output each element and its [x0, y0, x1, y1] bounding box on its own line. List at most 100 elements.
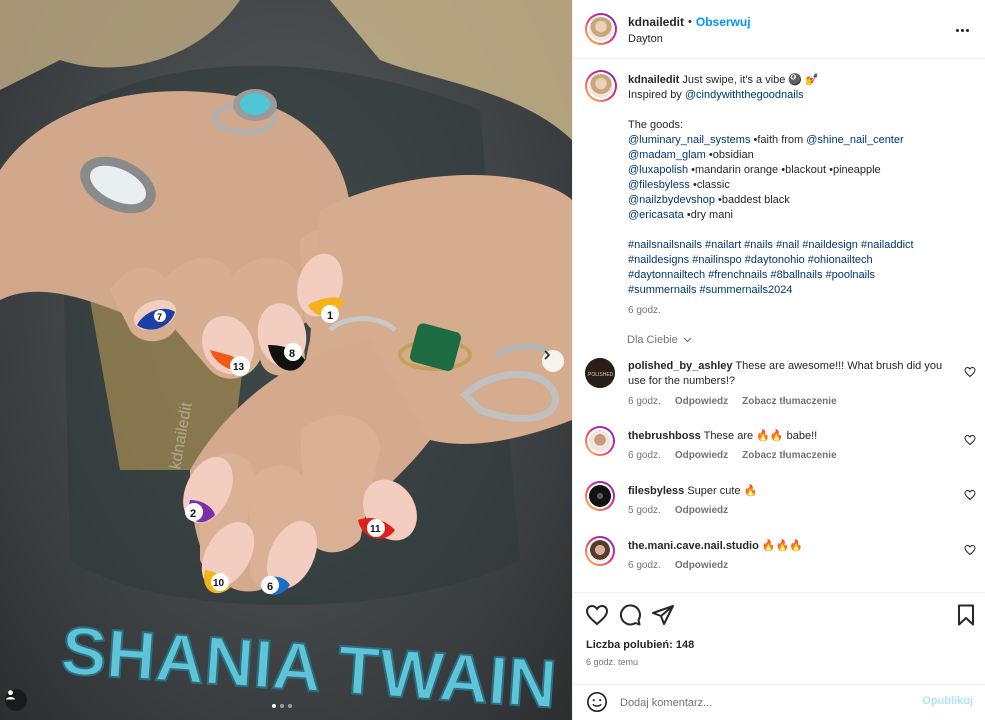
comment-text: These are 🔥🔥 babe!!	[703, 430, 818, 442]
comment-body: the.mani.cave.nail.studio 🔥🔥🔥	[628, 539, 953, 554]
caption-author-avatar[interactable]	[585, 70, 617, 102]
post-photo[interactable]: SHANIA TWAIN kdnailedit 7 13 8 1 2 10 6 …	[0, 0, 572, 720]
goods-heading: The goods:	[628, 119, 684, 131]
goods-text: •baddest black	[715, 194, 790, 206]
tagged-users-button[interactable]	[5, 689, 27, 711]
post-time-ago[interactable]: 6 godz. temu	[586, 657, 638, 667]
comment-meta: 6 godz. Odpowiedz Zobacz tłumaczenie	[628, 450, 837, 461]
post-comment-button[interactable]: Opublikuj	[922, 695, 973, 707]
carousel-next-button[interactable]	[542, 350, 564, 372]
comment-time[interactable]: 5 godz.	[628, 505, 661, 516]
comment-bubble-icon[interactable]	[618, 603, 642, 627]
author-avatar[interactable]	[585, 13, 617, 45]
comment-body: polished_by_ashley These are awesome!!! …	[628, 359, 953, 389]
comment-time[interactable]: 6 godz.	[628, 396, 661, 407]
comment-meta: 5 godz. Odpowiedz	[628, 505, 728, 516]
goods-text: •classic	[689, 179, 730, 191]
add-comment-bar: Opublikuj	[573, 684, 985, 720]
svg-text:8: 8	[289, 348, 295, 360]
goods-text: •obsidian	[705, 149, 754, 161]
hashtags-line[interactable]: #naildesigns #nailinspo #daytonohio #ohi…	[628, 253, 968, 268]
comment-time[interactable]: 6 godz.	[628, 450, 661, 461]
mention-link[interactable]: @filesbyless	[628, 179, 690, 191]
save-bookmark-icon[interactable]	[954, 603, 978, 627]
comment-meta: 6 godz. Odpowiedz	[628, 560, 728, 571]
post-location[interactable]: Dayton	[628, 33, 663, 45]
comment-meta: 6 godz. Odpowiedz Zobacz tłumaczenie	[628, 396, 837, 407]
like-comment-heart-icon[interactable]	[964, 366, 976, 378]
carousel-indicator	[272, 704, 292, 708]
goods-text: •dry mani	[683, 209, 733, 221]
shirt-text: SHANIA TWAIN	[59, 612, 559, 720]
share-send-icon[interactable]	[651, 603, 675, 627]
mention-link[interactable]: @cindywiththegoodnails	[685, 89, 804, 101]
mention-link[interactable]: @luminary_nail_systems	[628, 134, 750, 146]
post-side-panel: kdnailedit • Obserwuj Dayton kdnailedit …	[572, 0, 985, 720]
for-you-label: Dla Ciebie	[627, 334, 678, 346]
reply-button[interactable]: Odpowiedz	[675, 505, 728, 516]
carousel-dot	[288, 704, 292, 708]
mention-link[interactable]: @ericasata	[628, 209, 684, 221]
inspired-prefix: Inspired by	[628, 89, 685, 101]
user-icon	[5, 690, 16, 700]
commenter-username[interactable]: the.mani.cave.nail.studio	[628, 540, 759, 552]
translate-button[interactable]: Zobacz tłumaczenie	[742, 450, 836, 461]
commenter-avatar[interactable]	[585, 426, 615, 456]
like-comment-heart-icon[interactable]	[964, 489, 976, 501]
hashtags-line[interactable]: #nailsnailsnails #nailart #nails #nail #…	[628, 238, 968, 253]
carousel-dot	[280, 704, 284, 708]
svg-text:6: 6	[267, 581, 273, 593]
author-username[interactable]: kdnailedit	[628, 15, 684, 29]
more-options-icon[interactable]	[954, 22, 970, 38]
post-actions-bar: Liczba polubień: 148 6 godz. temu	[573, 592, 985, 684]
mention-link[interactable]: @luxapolish	[628, 164, 688, 176]
comment-body: thebrushboss These are 🔥🔥 babe!!	[628, 429, 953, 444]
nail-photo-illustration: SHANIA TWAIN kdnailedit 7 13 8 1 2 10 6 …	[0, 0, 572, 720]
caption-username[interactable]: kdnailedit	[628, 74, 679, 86]
svg-text:7: 7	[157, 312, 162, 322]
mention-link[interactable]: @madam_glam	[628, 149, 706, 161]
separator-dot: •	[688, 16, 692, 28]
mention-link[interactable]: @nailzbydevshop	[628, 194, 715, 206]
chevron-down-icon	[683, 337, 692, 343]
comments-section: kdnailedit Just swipe, it's a vibe 🎱 💅 I…	[573, 60, 985, 592]
caption-time[interactable]: 6 godz.	[628, 303, 968, 318]
reply-button[interactable]: Odpowiedz	[675, 560, 728, 571]
like-heart-icon[interactable]	[585, 603, 609, 627]
comment-text: Super cute 🔥	[687, 485, 758, 497]
mention-link[interactable]: @shine_nail_center	[806, 134, 903, 146]
like-comment-heart-icon[interactable]	[964, 434, 976, 446]
comment-text: 🔥🔥🔥	[761, 540, 803, 552]
caption-first-line: Just swipe, it's a vibe 🎱 💅	[682, 74, 819, 86]
for-you-toggle[interactable]: Dla Ciebie	[627, 334, 692, 346]
hashtags-line[interactable]: #daytonnailtech #frenchnails #8ballnails…	[628, 268, 968, 283]
chevron-right-icon	[544, 350, 551, 360]
svg-text:10: 10	[213, 578, 225, 589]
like-comment-heart-icon[interactable]	[964, 544, 976, 556]
svg-text:2: 2	[190, 508, 196, 520]
commenter-username[interactable]: filesbyless	[628, 485, 684, 497]
post-header: kdnailedit • Obserwuj Dayton	[573, 0, 985, 59]
likes-count[interactable]: Liczba polubień: 148	[586, 639, 694, 651]
goods-text: •faith from	[750, 134, 807, 146]
translate-button[interactable]: Zobacz tłumaczenie	[742, 396, 836, 407]
commenter-avatar[interactable]: POLISHED	[585, 358, 615, 388]
commenter-username[interactable]: polished_by_ashley	[628, 360, 733, 372]
emoji-icon[interactable]	[586, 691, 608, 713]
reply-button[interactable]: Odpowiedz	[675, 450, 728, 461]
commenter-avatar[interactable]	[585, 481, 615, 511]
reply-button[interactable]: Odpowiedz	[675, 396, 728, 407]
follow-button[interactable]: Obserwuj	[696, 15, 751, 29]
post-caption: kdnailedit Just swipe, it's a vibe 🎱 💅 I…	[628, 73, 968, 318]
goods-text: •mandarin orange •blackout •pineapple	[688, 164, 881, 176]
svg-text:11: 11	[370, 524, 381, 535]
comment-body: filesbyless Super cute 🔥	[628, 484, 953, 499]
svg-text:POLISHED: POLISHED	[588, 372, 614, 378]
commenter-username[interactable]: thebrushboss	[628, 430, 701, 442]
svg-text:1: 1	[327, 310, 333, 322]
commenter-avatar[interactable]	[585, 536, 615, 566]
hashtags-line[interactable]: #summernails #summernails2024	[628, 283, 968, 298]
comment-time[interactable]: 6 godz.	[628, 560, 661, 571]
comment-input[interactable]	[620, 695, 910, 711]
carousel-dot	[272, 704, 276, 708]
